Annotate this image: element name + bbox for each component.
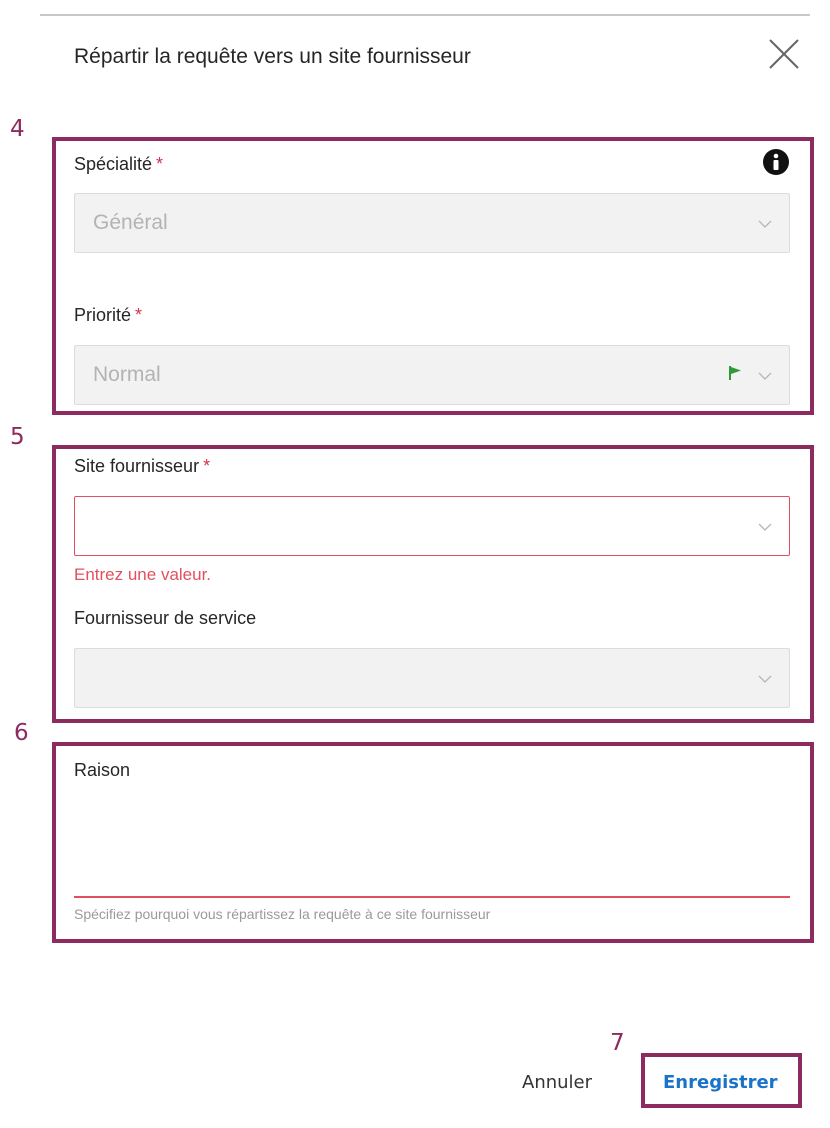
- specialty-label: Spécialité *: [74, 154, 163, 175]
- service-provider-label: Fournisseur de service: [74, 608, 257, 628]
- specialty-label-text: Spécialité: [74, 154, 153, 174]
- step-number-7: 7: [610, 1030, 625, 1056]
- chevron-down-icon: [757, 216, 773, 232]
- cancel-button[interactable]: Annuler: [522, 1072, 592, 1093]
- supplier-site-label: Site fournisseur *: [74, 456, 210, 477]
- chevron-down-icon: [757, 671, 773, 687]
- chevron-down-icon: [757, 519, 773, 535]
- supplier-site-error: Entrez une valeur.: [74, 565, 212, 584]
- supplier-site-select[interactable]: [74, 496, 790, 556]
- top-divider: [40, 14, 810, 16]
- specialty-select[interactable]: Général: [74, 193, 790, 253]
- flag-icon: [727, 365, 743, 381]
- priority-select[interactable]: Normal: [74, 345, 790, 405]
- save-button[interactable]: Enregistrer: [663, 1072, 778, 1093]
- service-provider-select[interactable]: [74, 648, 790, 708]
- chevron-down-icon: [757, 368, 773, 384]
- priority-label: Priorité *: [74, 305, 142, 326]
- supplier-site-label-text: Site fournisseur: [74, 456, 200, 476]
- dialog-title: Répartir la requête vers un site fournis…: [74, 45, 471, 68]
- close-icon: [769, 39, 799, 69]
- required-mark: *: [203, 456, 211, 476]
- priority-label-text: Priorité: [74, 305, 132, 325]
- required-mark: *: [135, 305, 143, 325]
- info-icon[interactable]: [762, 148, 790, 176]
- required-mark: *: [156, 154, 164, 174]
- reason-textarea[interactable]: [74, 790, 790, 898]
- step-number-6: 6: [14, 720, 29, 746]
- reason-label: Raison: [74, 760, 131, 780]
- step-number-5: 5: [10, 424, 25, 450]
- priority-value: Normal: [93, 363, 161, 386]
- step-number-4: 4: [10, 116, 25, 142]
- specialty-value: Général: [93, 211, 168, 234]
- close-button[interactable]: [766, 36, 802, 72]
- reason-hint: Spécifiez pourquoi vous répartissez la r…: [74, 906, 491, 922]
